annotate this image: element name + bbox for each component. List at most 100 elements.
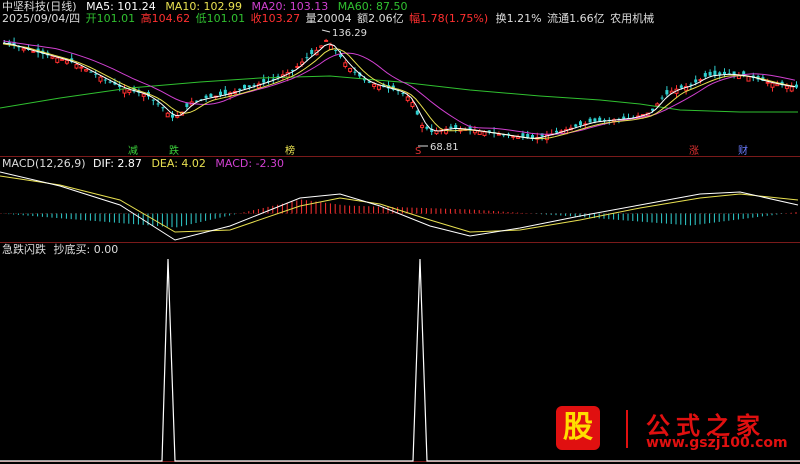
candle-body: [21, 48, 26, 51]
candle-body: [477, 130, 482, 136]
candle-body: [310, 49, 314, 54]
candle-body: [655, 103, 660, 107]
candle-body: [746, 76, 751, 82]
dif-value: DIF: 2.87: [93, 157, 142, 170]
candle-body: [723, 71, 726, 75]
candle-body: [219, 91, 222, 96]
candle-body: [449, 126, 453, 129]
candle-body: [55, 57, 60, 63]
candle-body: [353, 71, 357, 73]
event-tag-drop[interactable]: 跌: [169, 146, 179, 157]
candle-body: [376, 85, 381, 90]
candle-body: [324, 39, 329, 42]
candle-body: [64, 60, 69, 64]
macd-value: MACD: -2.30: [215, 157, 285, 170]
candle-body: [434, 130, 439, 135]
candle-body: [789, 86, 794, 92]
candle-body: [454, 125, 458, 129]
candle-body: [50, 56, 55, 59]
dea-value: DEA: 4.02: [151, 157, 206, 170]
candle-body: [156, 103, 160, 105]
candle-body: [98, 76, 103, 82]
candle-body: [713, 70, 717, 76]
event-tag-rise[interactable]: 涨: [689, 146, 699, 157]
candle-body: [718, 72, 722, 75]
candle-body: [574, 124, 578, 127]
candle-body: [795, 84, 798, 88]
candle-body: [425, 126, 429, 129]
candle-body: [305, 57, 309, 59]
low-price-label: 68.81: [430, 142, 459, 153]
candle-body: [343, 62, 348, 67]
candle-body: [703, 73, 707, 77]
candle-body: [598, 117, 602, 122]
candle-body: [679, 85, 683, 88]
candle-body: [622, 116, 626, 119]
candle-body: [204, 95, 208, 99]
indicator-header: 急跌闪跌 抄底买: 0.00: [2, 243, 124, 256]
candle-body: [31, 50, 36, 53]
logo-divider: [626, 410, 628, 448]
candle-body: [108, 81, 112, 83]
candle-body: [262, 79, 266, 83]
candle-body: [775, 83, 780, 87]
kline-chart[interactable]: 136.29 68.81: [0, 0, 800, 464]
candle-body: [79, 66, 84, 69]
candle-body: [243, 84, 246, 89]
candle-body: [784, 85, 789, 89]
event-tag-list[interactable]: 榜: [285, 146, 295, 157]
macd-title: MACD(12,26,9): [2, 157, 86, 170]
candle-body: [770, 82, 775, 88]
candle-body: [665, 90, 669, 95]
candle-body: [122, 88, 127, 94]
site-url: www.gszj100.com: [646, 435, 788, 451]
event-tag-reduce[interactable]: 减: [128, 146, 138, 157]
candle-body: [238, 88, 242, 91]
candle-body: [103, 79, 107, 81]
candle-body: [555, 130, 558, 133]
candle-body: [328, 44, 333, 50]
event-tag-s[interactable]: S: [415, 146, 421, 157]
candle-body: [694, 79, 698, 83]
dea-line: [0, 175, 799, 233]
stock-logo-icon: 股: [556, 406, 600, 450]
candle-body: [415, 110, 419, 115]
candle-body: [420, 124, 425, 128]
candle-body: [74, 64, 79, 69]
candle-body: [165, 112, 170, 118]
candle-body: [593, 118, 597, 122]
candle-body: [151, 99, 155, 101]
candle-body: [660, 97, 664, 99]
candle-body: [127, 89, 132, 93]
candle-body: [579, 121, 582, 126]
dif-line: [0, 171, 799, 241]
candle-body: [482, 131, 487, 136]
candle-body: [209, 93, 213, 98]
site-watermark: 股 公式之家 www.gszj100.com: [556, 406, 800, 454]
indicator-value: 抄底买: 0.00: [53, 243, 119, 256]
candle-body: [516, 136, 521, 139]
candle-body: [171, 114, 174, 118]
candle-body: [410, 102, 415, 108]
candle-body: [295, 65, 300, 68]
candle-body: [401, 93, 405, 95]
candle-body: [185, 103, 189, 107]
candle-body: [84, 69, 89, 72]
macd-header: MACD(12,26,9) DIF: 2.87 DEA: 4.02 MACD: …: [2, 157, 290, 170]
candle-body: [588, 118, 592, 123]
high-price-label: 136.29: [332, 28, 367, 39]
candle-body: [708, 71, 712, 76]
candle-body: [89, 71, 93, 73]
candle-body: [141, 93, 146, 97]
indicator-title: 急跌闪跌: [2, 243, 46, 256]
event-tag-finance[interactable]: 财: [738, 146, 748, 157]
candle-body: [223, 89, 227, 95]
candle-body: [405, 96, 410, 101]
high-pointer: [321, 29, 331, 33]
candle-body: [348, 67, 353, 72]
candle-body: [60, 58, 65, 61]
candle-body: [334, 50, 338, 52]
candle-body: [372, 83, 377, 87]
candle-body: [161, 107, 165, 109]
candle-body: [247, 85, 251, 88]
